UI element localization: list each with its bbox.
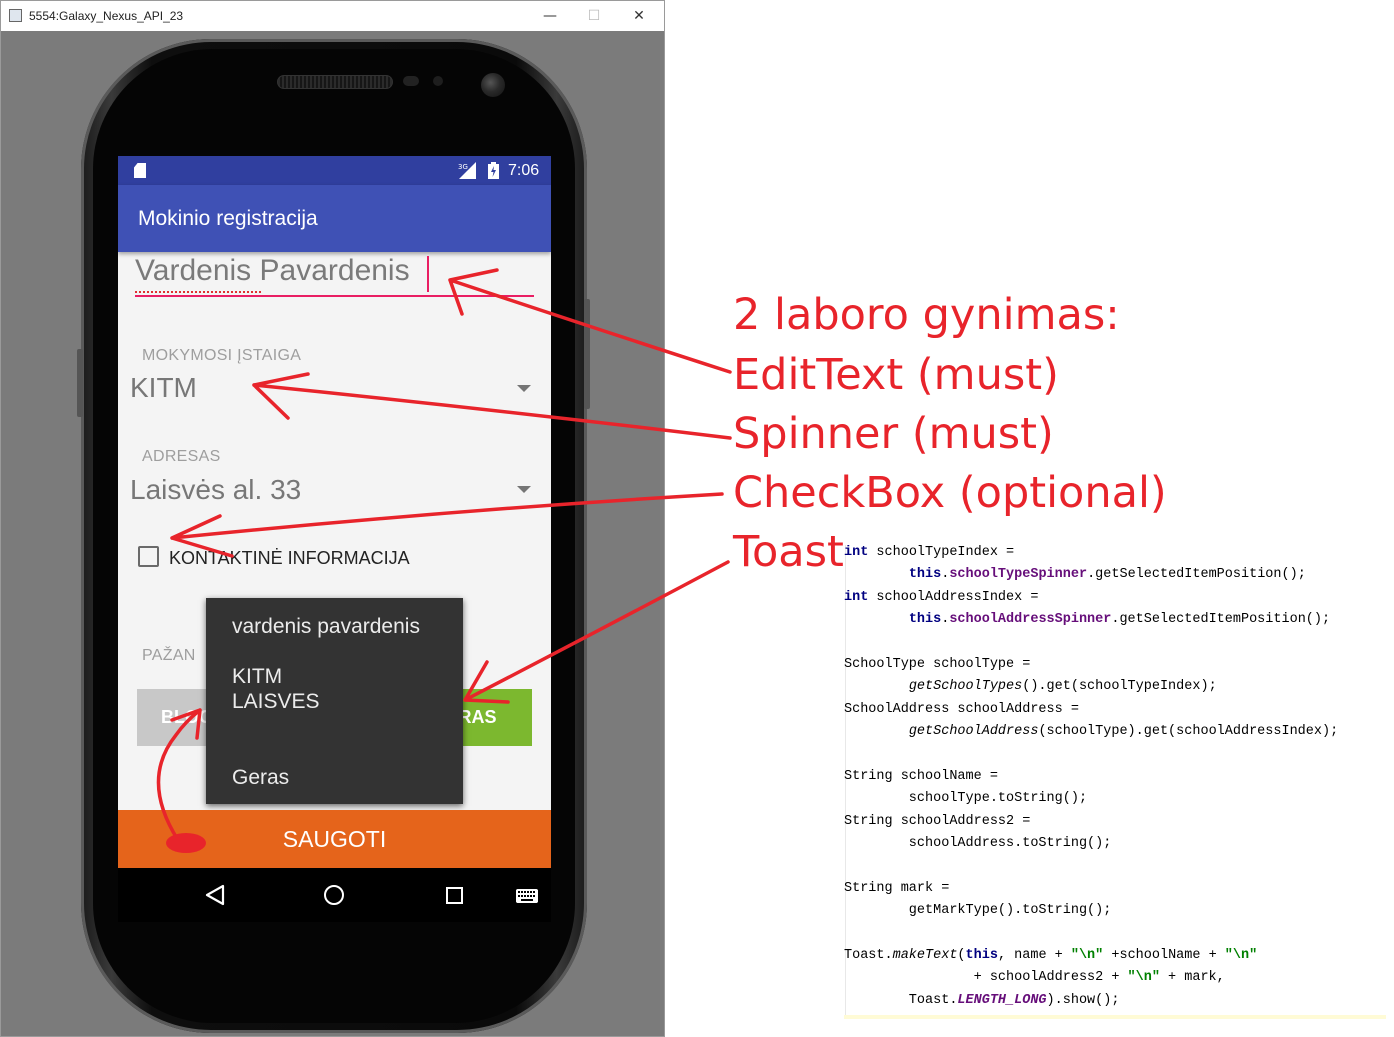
text-cursor [427,256,429,292]
code-line: Toast.makeText(this, name + "\n" +school… [844,948,1258,963]
annotation-heading: 2 laboro gynimas: [733,290,1120,340]
android-statusbar: 3G 7:06 [118,156,551,185]
code-line: SchoolAddress schoolAddress = [844,702,1079,717]
code-line: int schoolTypeIndex = [844,545,1015,560]
spellcheck-underline [135,290,261,293]
code-line: this.schoolAddressSpinner.getSelectedIte… [908,612,1331,627]
code-line: + schoolAddress2 + "\n" + mark, [844,970,1225,985]
signal-3g-icon: 3G [458,162,476,179]
code-line: String mark = [844,881,950,896]
code-line: getMarkType().toString(); [844,903,1112,918]
keyboard-icon[interactable] [516,889,538,903]
code-line: SchoolType schoolType = [844,657,1031,672]
minimize-button[interactable]: — [539,5,561,27]
battery-icon [488,162,499,179]
annotation-edittext: EditText (must) [733,350,1059,400]
code-line: schoolAddress.toString(); [844,836,1112,851]
code-line: this.schoolTypeSpinner.getSelectedItemPo… [908,567,1306,582]
address-spinner[interactable]: Laisvės al. 33 [130,474,301,506]
android-navbar [118,868,551,922]
svg-text:3G: 3G [458,163,468,171]
status-clock: 7:06 [508,162,540,179]
code-line: int schoolAddressIndex = [844,590,1039,605]
phone-sensor-dot [433,76,443,86]
phone-side-button-left[interactable] [77,349,83,417]
name-edittext[interactable]: Vardenis Pavardenis [135,254,410,288]
toast-mark-line: Geras [232,766,290,789]
app-title: Mokinio registracija [138,207,318,230]
code-line: String schoolName = [844,769,998,784]
phone-speaker [277,75,393,89]
annotation-toast: Toast [733,527,844,577]
recent-apps-icon[interactable] [446,887,463,904]
front-camera [481,73,505,97]
school-spinner[interactable]: KITM [130,372,197,404]
phone-sensor [403,76,419,86]
save-button[interactable]: SAUGOTI [118,810,551,868]
home-icon[interactable] [324,885,344,905]
emulator-app-icon [9,9,22,22]
code-line: Toast.LENGTH_LONG).show(); [844,993,1120,1008]
toast-school-line: KITM [232,665,283,688]
maximize-button[interactable]: ☐ [583,5,605,27]
code-snippet: int schoolTypeIndex = this.schoolTypeSpi… [844,545,1386,1021]
emulator-titlebar: 5554:Galaxy_Nexus_API_23 — ☐ ✕ [1,1,664,31]
toast-address-line: LAISVES [232,690,320,713]
edittext-underline [135,295,534,297]
sd-card-icon [134,163,146,178]
screenshot-root: 5554:Galaxy_Nexus_API_23 — ☐ ✕ 3G 7:06 M… [0,0,1394,1037]
contact-info-checkbox[interactable] [138,546,159,567]
code-line: getSchoolAddress(schoolType).get(schoolA… [908,724,1339,739]
address-spinner-dropdown-icon[interactable] [517,486,531,493]
annotation-spinner: Spinner (must) [733,409,1054,459]
toast-name-line: vardenis pavardenis [232,615,420,638]
app-toolbar: Mokinio registracija [118,185,551,252]
phone-side-button-right[interactable] [584,299,590,409]
address-label: ADRESAS [142,448,221,465]
emulator-title: 5554:Galaxy_Nexus_API_23 [29,9,184,23]
code-line: schoolType.toString(); [844,791,1088,806]
code-current-line-highlight [844,1015,1386,1019]
phone-screen: 3G 7:06 Mokinio registracija Vardenis Pa… [118,156,551,922]
code-line: getSchoolTypes().get(schoolTypeIndex); [908,679,1217,694]
school-label: MOKYMOSI ĮSTAIGA [142,347,302,364]
toast-popup: vardenis pavardenis KITM LAISVES Geras [206,598,463,804]
annotation-checkbox: CheckBox (optional) [733,468,1167,518]
back-icon[interactable] [204,884,226,906]
close-button[interactable]: ✕ [628,5,650,27]
code-line: String schoolAddress2 = [844,814,1031,829]
contact-info-checkbox-label[interactable]: KONTAKTINĖ INFORMACIJA [169,548,410,569]
emulator-window: 5554:Galaxy_Nexus_API_23 — ☐ ✕ 3G 7:06 M… [0,0,665,1037]
school-spinner-dropdown-icon[interactable] [517,385,531,392]
marks-label: PAŽAN [142,647,196,664]
